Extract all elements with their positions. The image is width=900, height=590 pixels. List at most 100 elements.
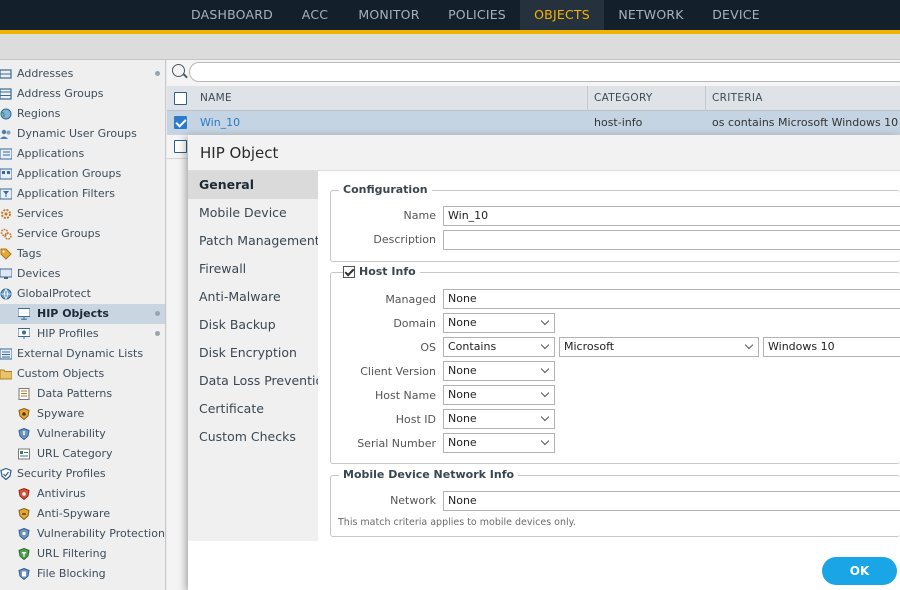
tree-item-url-filtering[interactable]: URL Filtering [0,544,165,564]
tree-item-file-blocking[interactable]: File Blocking [0,564,165,584]
tree-item-label: External Dynamic Lists [17,347,144,360]
domain-select[interactable]: None [443,313,555,333]
dialog-tab-patch-management[interactable]: Patch Management [188,227,318,255]
tree-item-addresses[interactable]: Addresses [0,64,165,84]
tree-item-tags[interactable]: Tags [0,244,165,264]
tree-item-label: Application Filters [17,187,115,200]
tab-device[interactable]: DEVICE [700,0,772,30]
tree-item-label: Tags [17,247,42,260]
column-header-criteria[interactable]: CRITERIA [706,86,900,111]
serial-number-label: Serial Number [357,437,436,450]
dialog-tab-data-loss-prevention[interactable]: Data Loss Prevention [188,367,318,395]
tree-item-vulnerability[interactable]: Vulnerability [0,424,165,444]
tree-item-label: URL Filtering [37,547,107,560]
tree-item-globalprotect[interactable]: GlobalProtect [0,284,165,304]
list-icon [0,348,12,360]
dialog-tab-certificate[interactable]: Certificate [188,395,318,423]
tag-icon [0,248,12,260]
host-info-legend: Host Info [355,265,420,278]
vulnerability-protection-icon [18,528,30,540]
tree-item-regions[interactable]: Regions [0,104,165,124]
tab-network[interactable]: NETWORK [608,0,694,30]
description-input[interactable] [443,230,900,250]
tree-item-antivirus[interactable]: Antivirus [0,484,165,504]
tree-item-label: Vulnerability Protection [37,527,165,540]
tree-item-label: Data Patterns [37,387,113,400]
managed-field[interactable]: None [443,289,900,309]
tree-item-anti-spyware[interactable]: Anti-Spyware [0,504,165,524]
host-name-select[interactable]: None [443,385,555,405]
table-row[interactable]: Win_10 host-info os contains Microsoft W… [167,111,900,135]
tab-policies[interactable]: POLICIES [436,0,518,30]
tab-dashboard[interactable]: DASHBOARD [180,0,284,30]
tree-item-application-filters[interactable]: Application Filters [0,184,165,204]
dialog-tab-disk-backup[interactable]: Disk Backup [188,311,318,339]
tree-item-label: Address Groups [17,87,104,100]
mobile-network-note: This match criteria applies to mobile de… [338,517,576,528]
os-operator-select[interactable]: Contains [443,337,555,357]
dialog-tab-anti-malware[interactable]: Anti-Malware [188,283,318,311]
host-info-checkbox[interactable] [343,266,355,278]
tree-item-label: Anti-Spyware [37,507,111,520]
status-dot [155,311,160,316]
column-header-name[interactable]: NAME [194,86,588,111]
tree-item-application-groups[interactable]: Application Groups [0,164,165,184]
serial-number-select[interactable]: None [443,433,555,453]
row-checkbox[interactable] [174,140,187,153]
os-value-select[interactable]: Windows 10 [763,337,900,357]
description-label: Description [373,233,436,246]
tab-objects[interactable]: OBJECTS [520,0,604,30]
host-id-select[interactable]: None [443,409,555,429]
network-field[interactable]: None [443,491,900,511]
tree-item-label: Dynamic User Groups [17,127,137,140]
tab-acc[interactable]: ACC [288,0,342,30]
tree-item-spyware[interactable]: Spyware [0,404,165,424]
tree-item-devices[interactable]: Devices [0,264,165,284]
ok-button[interactable]: OK [822,557,897,585]
tree-item-data-patterns[interactable]: Data Patterns [0,384,165,404]
sub-toolbar [0,34,900,60]
tree-item-address-groups[interactable]: Address Groups [0,84,165,104]
host-id-label: Host ID [395,413,436,426]
tab-monitor[interactable]: MONITOR [348,0,430,30]
search-input[interactable] [189,62,900,82]
dialog-tab-general[interactable]: General [188,171,318,199]
dialog-tab-custom-checks[interactable]: Custom Checks [188,423,318,451]
tree-item-vulnerability-protection[interactable]: Vulnerability Protection [0,524,165,544]
host-info-group: Host Info Managed None Domain None OS Co… [330,265,900,464]
dialog-tab-disk-encryption[interactable]: Disk Encryption [188,339,318,367]
filter-icon [0,188,12,200]
name-input[interactable]: Win_10 [443,206,900,226]
tree-item-security-profiles[interactable]: Security Profiles [0,464,165,484]
dialog-tab-mobile-device[interactable]: Mobile Device [188,199,318,227]
application-group-icon [0,168,12,180]
column-header-category[interactable]: CATEGORY [588,86,706,111]
network-label: Network [390,494,436,507]
select-all-checkbox[interactable] [174,92,187,105]
tree-item-label: URL Category [37,447,113,460]
tree-item-external-dynamic-lists[interactable]: External Dynamic Lists [0,344,165,364]
search-icon[interactable] [172,64,185,77]
row-checkbox[interactable] [174,116,187,129]
url-filtering-icon [18,548,30,560]
tree-item-url-category[interactable]: URL Category [0,444,165,464]
row-name-link[interactable]: Win_10 [194,111,588,135]
dialog-tab-firewall[interactable]: Firewall [188,255,318,283]
address-icon [0,69,12,79]
table-header: NAME CATEGORY CRITERIA [167,86,900,111]
tree-item-applications[interactable]: Applications [0,144,165,164]
os-vendor-select[interactable]: Microsoft [559,337,759,357]
tree-item-service-groups[interactable]: Service Groups [0,224,165,244]
tree-item-label: Regions [17,107,61,120]
tree-item-hip-objects[interactable]: HIP Objects [0,304,165,324]
name-label: Name [403,209,436,222]
address-group-icon [0,88,12,100]
globe-icon [0,108,12,120]
client-version-select[interactable]: None [443,361,555,381]
tree-item-dynamic-user-groups[interactable]: Dynamic User Groups [0,124,165,144]
tree-item-label: Application Groups [17,167,122,180]
tree-item-custom-objects[interactable]: Custom Objects [0,364,165,384]
tree-item-services[interactable]: Services [0,204,165,224]
file-blocking-icon [18,568,30,580]
tree-item-hip-profiles[interactable]: HIP Profiles [0,324,165,344]
